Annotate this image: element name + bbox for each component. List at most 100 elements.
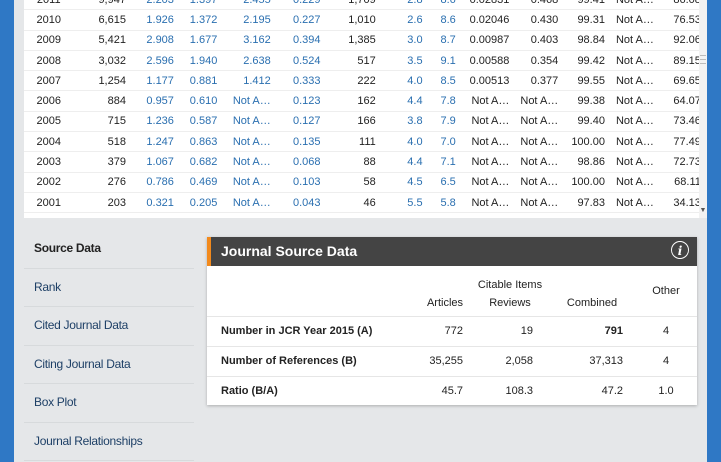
table-cell: 0.02831: [455, 0, 510, 11]
table-cell: 1,385: [320, 30, 376, 51]
nav-item-cited-journal-data[interactable]: Cited Journal Data: [24, 307, 194, 346]
table-cell: 0.881: [173, 70, 218, 92]
table-scrollbar[interactable]: ▼: [699, 0, 707, 218]
table-cell: 203: [73, 192, 126, 214]
row-label: Number in JCR Year 2015 (A): [207, 315, 393, 346]
table-cell: 0.405: [125, 212, 174, 218]
table-cell: 7.1: [422, 151, 456, 173]
source-data-table: Citable Items Other Articles Reviews Com…: [207, 266, 697, 406]
year-cell[interactable]: 2003: [24, 151, 74, 173]
table-cell: 6,615: [73, 9, 126, 31]
journal-data-table: 20119,9472.2031.3972.4550.2291,7092.88.6…: [24, 0, 707, 218]
table-cell: 0.310: [173, 212, 218, 218]
table-row: 2009 5,421 2.908 1.677 3.162 0.394 1,385 3.0 8.7…: [24, 30, 707, 51]
year-cell[interactable]: 2004: [24, 131, 74, 153]
info-icon[interactable]: i: [671, 241, 689, 259]
table-cell: Not A…: [604, 70, 654, 92]
citable-items-header: Citable Items: [477, 279, 543, 291]
table-row: 2007 1,254 1.177 0.881 1.412 0.333 222 4.0 8.5 0.…: [24, 70, 707, 92]
other-cell: 1.0: [635, 375, 697, 406]
col-header-reviews: Reviews: [489, 297, 531, 310]
table-cell: Not A…: [217, 90, 271, 112]
reviews-cell: 2,058: [471, 345, 549, 376]
table-cell: 1.397: [173, 0, 218, 11]
table-cell: 7.8: [422, 90, 456, 112]
app-frame: 20119,9472.2031.3972.4550.2291,7092.88.6…: [14, 0, 707, 462]
table-cell: Not A…: [455, 131, 510, 153]
table-cell: 0.068: [270, 151, 321, 173]
nav-item-citing-journal-data[interactable]: Citing Journal Data: [24, 346, 194, 384]
table-cell: Not A…: [455, 151, 510, 173]
table-cell: 0.524: [270, 50, 321, 72]
table-cell: 166: [320, 111, 376, 133]
table-row: 2005 715 1.236 0.587 Not A… 0.127 166 3.8 7.9 Not…: [24, 111, 707, 133]
table-cell: 7.9: [422, 111, 456, 133]
table-cell: 8.6: [422, 9, 456, 31]
table-cell: 222: [320, 70, 376, 92]
year-cell[interactable]: 2000: [24, 212, 74, 218]
table-cell: 1.236: [125, 111, 174, 133]
table-cell: Not A…: [604, 111, 654, 133]
year-cell[interactable]: 2010: [24, 9, 74, 31]
year-cell[interactable]: 2001: [24, 192, 74, 214]
table-cell: 3.5: [375, 50, 423, 72]
table-cell: 5.8: [422, 192, 456, 214]
year-cell[interactable]: 2002: [24, 172, 74, 193]
table-cell: 1.177: [125, 70, 174, 92]
table-cell: 1.067: [125, 151, 174, 173]
combined-cell: 47.2: [549, 375, 635, 406]
table-cell: 5.5: [375, 192, 423, 214]
table-row: 2001 203 0.321 0.205 Not A… 0.043 46 5.5 5.8 Not …: [24, 192, 707, 214]
table-cell: 2.596: [125, 50, 174, 72]
table-cell: 0.227: [270, 9, 321, 31]
table-cell: 0.00987: [455, 30, 510, 51]
table-cell: 0.038: [270, 212, 321, 218]
year-cell[interactable]: 2006: [24, 90, 74, 112]
articles-cell: 35,255: [393, 345, 471, 376]
table-cell: 0.103: [270, 172, 321, 193]
nav-item-journal-relationships[interactable]: Journal Relationships: [24, 423, 194, 461]
year-cell[interactable]: 2005: [24, 111, 74, 133]
table-cell: 3,032: [73, 50, 126, 72]
nav-item-source-data[interactable]: Source Data: [24, 230, 194, 269]
table-cell: Not A…: [217, 151, 271, 173]
table-row: Number of References (B) 35,255 2,058 37…: [207, 345, 697, 376]
year-cell[interactable]: 2008: [24, 50, 74, 72]
table-cell: 99.41: [558, 0, 605, 11]
other-cell: 4: [635, 315, 697, 346]
table-cell: 0.394: [270, 30, 321, 51]
table-cell: 99.42: [558, 50, 605, 72]
table-cell: 1,010: [320, 9, 376, 31]
table-cell: 0.229: [270, 0, 321, 11]
table-cell: 98.84: [558, 30, 605, 51]
row-label: Ratio (B/A): [207, 375, 393, 406]
table-cell: 100.00: [558, 172, 605, 193]
table-cell: Not A…: [604, 151, 654, 173]
table-cell: Not A…: [509, 192, 559, 214]
table-row: 2006 884 0.957 0.610 Not A… 0.123 162 4.4 7.8 Not…: [24, 90, 707, 112]
year-cell[interactable]: 2011: [24, 0, 74, 11]
table-cell: 9.1: [422, 50, 456, 72]
nav-item-box-plot[interactable]: Box Plot: [24, 384, 194, 423]
table-cell: 0.863: [173, 131, 218, 153]
table-cell: 3.162: [217, 30, 271, 51]
table-row: Ratio (B/A) 45.7 108.3 47.2 1.0: [207, 375, 697, 406]
table-cell: 99.31: [558, 9, 605, 31]
table-cell: 0.682: [173, 151, 218, 173]
scrollbar-thumb[interactable]: [700, 52, 706, 66]
table-cell: 52: [320, 212, 376, 218]
table-row: 2003 379 1.067 0.682 Not A… 0.068 88 4.4 7.1 Not …: [24, 151, 707, 173]
year-cell[interactable]: 2007: [24, 70, 74, 92]
table-cell: 884: [73, 90, 126, 112]
table-cell: 2.8: [375, 0, 423, 11]
table-cell: Not A…: [509, 131, 559, 153]
combined-link[interactable]: 791: [549, 315, 635, 346]
table-cell: Not A…: [455, 192, 510, 214]
table-cell: Not A…: [455, 111, 510, 133]
scroll-down-arrow-icon[interactable]: ▼: [699, 207, 707, 214]
row-label: Number of References (B): [207, 345, 393, 376]
nav-item-rank[interactable]: Rank: [24, 269, 194, 307]
sidebar-nav: Source Data Rank Cited Journal Data Citi…: [24, 230, 194, 461]
year-cell[interactable]: 2009: [24, 30, 74, 51]
table-cell: 58: [320, 172, 376, 193]
